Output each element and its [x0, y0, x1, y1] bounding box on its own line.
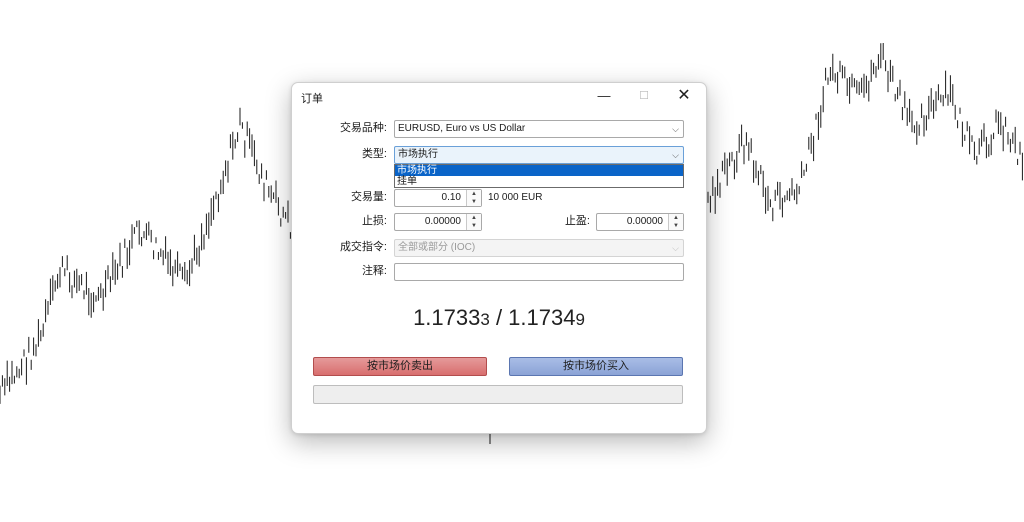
- spin-up-icon[interactable]: ▲: [467, 214, 481, 222]
- symbol-value: EURUSD, Euro vs US Dollar: [398, 123, 526, 134]
- title-bar: 订单 — ☐ ✕: [292, 83, 706, 109]
- progress-bar: [313, 385, 683, 404]
- maximize-button[interactable]: ☐: [624, 83, 664, 109]
- comment-input[interactable]: [394, 263, 684, 281]
- stop-loss-value: 0.00000: [424, 216, 461, 227]
- minimize-button[interactable]: —: [584, 83, 624, 109]
- type-label: 类型:: [361, 148, 387, 160]
- fill-policy-value: 全部或部分 (IOC): [398, 242, 476, 253]
- order-dialog: 订单 — ☐ ✕ 交易品种: EURUSD, Euro vs US Dollar…: [291, 82, 707, 434]
- ask-price-small: 9: [575, 310, 585, 329]
- quote-separator: /: [489, 305, 509, 330]
- fill-policy-select: 全部或部分 (IOC) ⌵: [394, 239, 684, 257]
- stop-loss-stepper[interactable]: 0.00000 ▲ ▼: [394, 213, 482, 231]
- type-option-market[interactable]: 市场执行: [395, 165, 683, 176]
- volume-stepper[interactable]: 0.10 ▲ ▼: [394, 189, 482, 207]
- volume-label: 交易量:: [350, 191, 387, 203]
- chevron-down-icon: ⌵: [672, 243, 679, 253]
- type-value: 市场执行: [398, 149, 438, 160]
- spin-down-icon[interactable]: ▼: [467, 198, 481, 206]
- take-profit-stepper[interactable]: 0.00000 ▲ ▼: [596, 213, 684, 231]
- take-profit-spin[interactable]: ▲ ▼: [668, 214, 683, 230]
- type-dropdown-list: 市场执行 挂单: [394, 164, 684, 188]
- volume-spin[interactable]: ▲ ▼: [466, 190, 481, 206]
- symbol-select[interactable]: EURUSD, Euro vs US Dollar ⌵: [394, 120, 684, 138]
- type-option-pending[interactable]: 挂单: [395, 176, 683, 187]
- spin-up-icon[interactable]: ▲: [467, 190, 481, 198]
- close-button[interactable]: ✕: [664, 83, 704, 109]
- fill-policy-label: 成交指令:: [339, 241, 387, 253]
- take-profit-label: 止盈:: [564, 215, 590, 227]
- comment-label: 注释:: [361, 265, 387, 277]
- stop-loss-spin[interactable]: ▲ ▼: [466, 214, 481, 230]
- dialog-title: 订单: [301, 93, 323, 105]
- volume-note: 10 000 EUR: [488, 192, 543, 203]
- ask-price-main: 1.1734: [508, 305, 576, 330]
- stop-loss-label: 止损:: [361, 215, 387, 227]
- chevron-down-icon: ⌵: [672, 124, 679, 134]
- bid-price-main: 1.1733: [413, 305, 481, 330]
- symbol-label: 交易品种:: [339, 122, 387, 134]
- spin-down-icon[interactable]: ▼: [669, 222, 683, 230]
- take-profit-value: 0.00000: [626, 216, 663, 227]
- spin-up-icon[interactable]: ▲: [669, 214, 683, 222]
- quote-display: 1.17333 / 1.17349: [292, 305, 706, 331]
- sell-by-market-button[interactable]: 按市场价卖出: [313, 357, 487, 376]
- buy-by-market-button[interactable]: 按市场价买入: [509, 357, 683, 376]
- bid-price-small: 3: [480, 310, 490, 329]
- spin-down-icon[interactable]: ▼: [467, 222, 481, 230]
- volume-value: 0.10: [441, 192, 461, 203]
- type-select[interactable]: 市场执行 ⌵: [394, 146, 684, 164]
- chevron-down-icon: ⌵: [672, 150, 679, 160]
